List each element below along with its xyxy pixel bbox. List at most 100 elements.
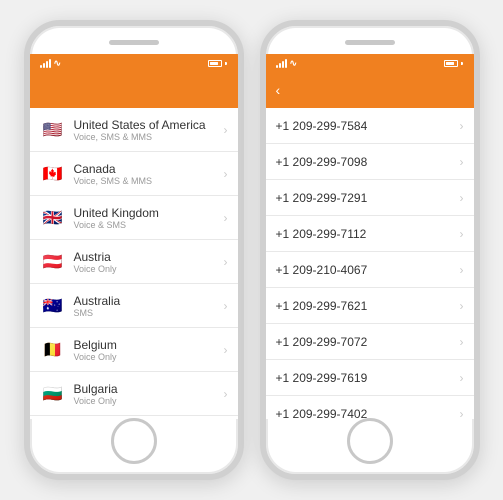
flag-icon: 🇧🇬 <box>40 385 66 403</box>
chevron-right-icon: › <box>460 155 464 169</box>
number-list-item[interactable]: +1 209-210-4067 › <box>266 252 474 288</box>
p2-battery-icon <box>444 60 458 67</box>
item-text: Bulgaria Voice Only <box>74 382 216 406</box>
p2-signal-bar-4 <box>285 59 287 68</box>
chevron-right-icon: › <box>460 119 464 133</box>
number-list-item[interactable]: +1 209-299-7621 › <box>266 288 474 324</box>
battery-fill <box>210 62 218 65</box>
number-list-item[interactable]: +1 209-299-7619 › <box>266 360 474 396</box>
chevron-right-icon: › <box>460 371 464 385</box>
item-text: Belgium Voice Only <box>74 338 216 362</box>
phone-numbers: ∿ ‹ <box>260 20 480 480</box>
phone-number: +1 209-299-7621 <box>276 299 460 313</box>
signal-bar-4 <box>49 59 51 68</box>
country-sub: Voice & SMS <box>74 220 216 230</box>
number-list-item[interactable]: +1 209-299-7291 › <box>266 180 474 216</box>
country-list-item[interactable]: 🇬🇧 United Kingdom Voice & SMS › <box>30 196 238 240</box>
country-list-item[interactable]: 🇨🇦 Canada Voice, SMS & MMS › <box>30 152 238 196</box>
chevron-right-icon: › <box>460 263 464 277</box>
chevron-right-icon: › <box>224 123 228 137</box>
flag-icon: 🇧🇪 <box>40 341 66 359</box>
number-list-item[interactable]: +1 209-299-7098 › <box>266 144 474 180</box>
number-list-item[interactable]: +1 209-299-7402 › <box>266 396 474 419</box>
signal-bar-1 <box>40 65 42 68</box>
item-text: Austria Voice Only <box>74 250 216 274</box>
p2-signal-bars <box>276 58 287 68</box>
number-list-item[interactable]: +1 209-299-7112 › <box>266 216 474 252</box>
country-list-item[interactable]: 🇦🇺 Australia SMS › <box>30 284 238 328</box>
chevron-right-icon: › <box>224 299 228 313</box>
item-text: United States of America Voice, SMS & MM… <box>74 118 216 142</box>
country-name: Bulgaria <box>74 382 216 396</box>
chevron-right-icon: › <box>460 407 464 420</box>
phone1-screen: ∿ 🇺🇸 <box>30 54 238 419</box>
country-sub: Voice, SMS & MMS <box>74 132 216 142</box>
country-name: United States of America <box>74 118 216 132</box>
phone-number: +1 209-299-7402 <box>276 407 460 420</box>
chevron-right-icon: › <box>224 255 228 269</box>
phone-number: +1 209-299-7112 <box>276 227 460 241</box>
p2-wifi-icon: ∿ <box>290 58 298 69</box>
chevron-right-icon: › <box>460 191 464 205</box>
phone-number: +1 209-299-7098 <box>276 155 460 169</box>
chevron-left-icon: ‹ <box>276 82 281 98</box>
phone2-screen: ∿ ‹ <box>266 54 474 419</box>
flag-icon: 🇬🇧 <box>40 209 66 227</box>
item-text: Australia SMS <box>74 294 216 318</box>
flag-icon: 🇦🇹 <box>40 253 66 271</box>
signal-bar-2 <box>43 63 45 68</box>
country-name: Canada <box>74 162 216 176</box>
country-name: Austria <box>74 250 216 264</box>
item-text: Canada Voice, SMS & MMS <box>74 162 216 186</box>
signal-bar-3 <box>46 61 48 68</box>
country-list-item[interactable]: 🇧🇷 Brazil Voice Only › <box>30 416 238 419</box>
country-list: 🇺🇸 United States of America Voice, SMS &… <box>30 108 238 419</box>
country-sub: Voice Only <box>74 352 216 362</box>
country-list-item[interactable]: 🇧🇪 Belgium Voice Only › <box>30 328 238 372</box>
phone2-back-button[interactable]: ‹ <box>276 82 283 98</box>
country-list-item[interactable]: 🇧🇬 Bulgaria Voice Only › <box>30 372 238 416</box>
p2-battery-tip <box>461 62 463 65</box>
phone1-status-bar: ∿ <box>30 54 238 72</box>
country-list-item[interactable]: 🇦🇹 Austria Voice Only › <box>30 240 238 284</box>
p2-battery-fill <box>446 62 454 65</box>
country-name: Belgium <box>74 338 216 352</box>
p2-status-right <box>441 60 463 67</box>
phone2-status-bar: ∿ <box>266 54 474 72</box>
phones-container: ∿ 🇺🇸 <box>4 0 500 500</box>
number-list-item[interactable]: +1 209-299-7584 › <box>266 108 474 144</box>
phone1-nav-bar <box>30 72 238 108</box>
status-right <box>205 60 227 67</box>
battery-icon <box>208 60 222 67</box>
p2-status-left: ∿ <box>276 58 298 69</box>
country-sub: Voice, SMS & MMS <box>74 176 216 186</box>
country-sub: Voice Only <box>74 264 216 274</box>
chevron-right-icon: › <box>224 343 228 357</box>
p2-signal-bar-1 <box>276 65 278 68</box>
phone-country: ∿ 🇺🇸 <box>24 20 244 480</box>
number-list-item[interactable]: +1 209-299-7072 › <box>266 324 474 360</box>
wifi-icon: ∿ <box>54 58 62 69</box>
phone-number: +1 209-299-7072 <box>276 335 460 349</box>
chevron-right-icon: › <box>460 335 464 349</box>
phone-number: +1 209-299-7291 <box>276 191 460 205</box>
country-name: Australia <box>74 294 216 308</box>
flag-icon: 🇦🇺 <box>40 297 66 315</box>
chevron-right-icon: › <box>224 211 228 225</box>
country-list-item[interactable]: 🇺🇸 United States of America Voice, SMS &… <box>30 108 238 152</box>
p2-signal-bar-2 <box>279 63 281 68</box>
chevron-right-icon: › <box>224 387 228 401</box>
signal-bars <box>40 58 51 68</box>
status-left: ∿ <box>40 58 62 69</box>
country-name: United Kingdom <box>74 206 216 220</box>
chevron-right-icon: › <box>224 167 228 181</box>
country-sub: Voice Only <box>74 396 216 406</box>
flag-icon: 🇨🇦 <box>40 165 66 183</box>
phone2-nav-bar: ‹ <box>266 72 474 108</box>
flag-icon: 🇺🇸 <box>40 121 66 139</box>
numbers-list: +1 209-299-7584 › +1 209-299-7098 › +1 2… <box>266 108 474 419</box>
phone-number: +1 209-210-4067 <box>276 263 460 277</box>
battery-tip <box>225 62 227 65</box>
phone-number: +1 209-299-7619 <box>276 371 460 385</box>
chevron-right-icon: › <box>460 227 464 241</box>
